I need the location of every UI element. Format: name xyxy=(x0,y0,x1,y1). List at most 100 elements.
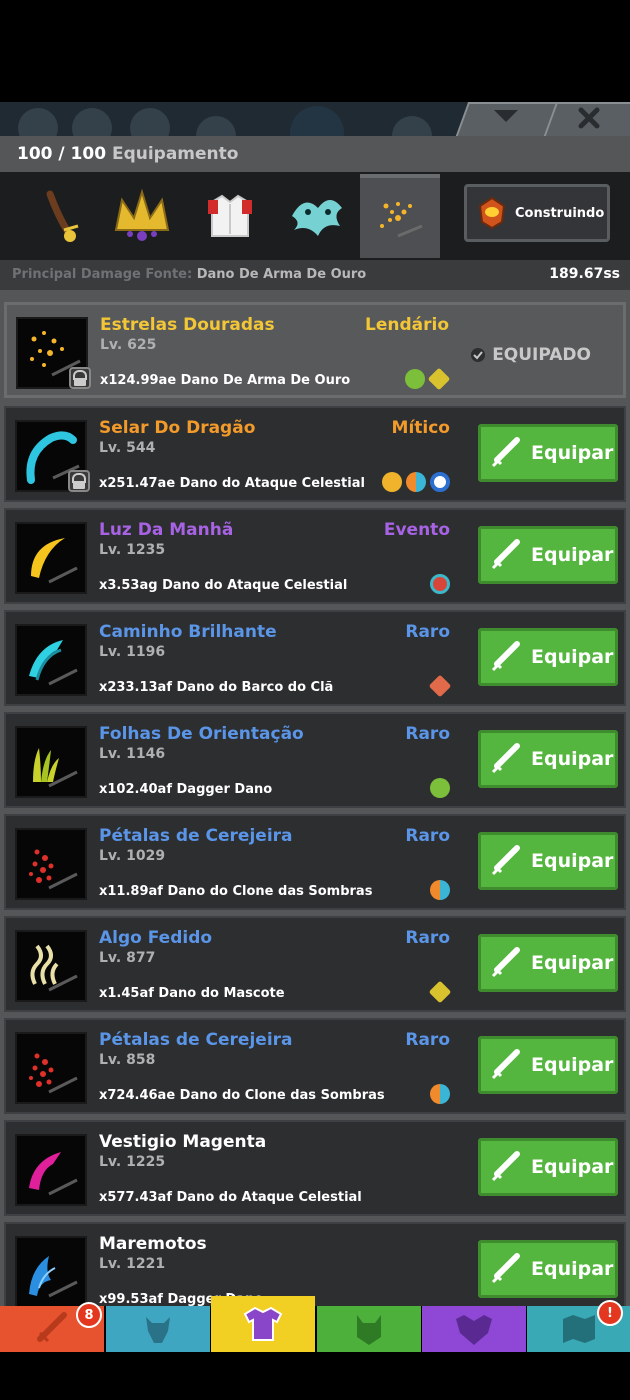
list-item[interactable]: Estrelas Douradas Lv. 625 x124.99ae Dano… xyxy=(4,302,626,398)
category-helmet[interactable] xyxy=(102,174,182,258)
damage-source-text: Principal Damage Fonte: Dano De Arma De … xyxy=(12,267,366,282)
alert-badge: ! xyxy=(597,1300,623,1326)
list-item[interactable]: Pétalas de Cerejeira Lv. 858 x724.46ae D… xyxy=(4,1018,626,1114)
list-item[interactable]: Algo Fedido Lv. 877 x1.45af Dano do Masc… xyxy=(4,916,626,1012)
category-sword[interactable] xyxy=(22,174,102,258)
petals-icon xyxy=(29,1053,78,1094)
hero-tab[interactable] xyxy=(106,1306,210,1352)
sword-icon xyxy=(491,1253,520,1284)
list-item[interactable]: Selar Do Dragão Lv. 544 x251.47ae Dano d… xyxy=(4,406,626,502)
equipment-count: 100 / 100 Equipamento xyxy=(17,144,238,164)
item-rarity: Raro xyxy=(405,622,450,642)
effect-icons xyxy=(428,674,452,698)
equip-button[interactable]: Equipar xyxy=(478,628,618,686)
item-rarity: Mítico xyxy=(391,418,450,438)
pet-tab[interactable] xyxy=(317,1306,421,1352)
item-level: Lv. 1146 xyxy=(99,746,166,762)
shirt-icon xyxy=(243,1306,283,1341)
item-level: Lv. 1225 xyxy=(99,1154,166,1170)
sword-icon xyxy=(37,1312,67,1343)
list-item[interactable]: Luz Da Manhã Lv. 1235 x3.53ag Dano do At… xyxy=(4,508,626,604)
equipment-list[interactable]: Estrelas Douradas Lv. 625 x124.99ae Dano… xyxy=(0,290,630,1306)
equip-button[interactable]: Equipar xyxy=(478,730,618,788)
category-armor[interactable] xyxy=(190,174,270,258)
sword-icon xyxy=(491,947,520,978)
item-name: Folhas De Orientação xyxy=(99,724,304,744)
stink-icon xyxy=(30,944,78,992)
item-rarity: Raro xyxy=(405,826,450,846)
item-name: Selar Do Dragão xyxy=(99,418,256,438)
equip-button-label: Equipar xyxy=(531,442,614,464)
equip-button[interactable]: Equipar xyxy=(478,1138,618,1196)
item-thumbnail xyxy=(15,930,87,1002)
list-item[interactable]: Caminho Brilhante Lv. 1196 x233.13af Dan… xyxy=(4,610,626,706)
armor-icon xyxy=(208,194,252,237)
map-tab[interactable]: ! xyxy=(527,1300,630,1352)
hero-icon xyxy=(72,108,112,136)
equip-button-label: Equipar xyxy=(531,850,614,872)
list-item[interactable]: Folhas De Orientação Lv. 1146 x102.40af … xyxy=(4,712,626,808)
equip-button-label: Equipar xyxy=(531,952,614,974)
equip-button[interactable]: Equipar xyxy=(478,934,618,992)
item-name: Pétalas de Cerejeira xyxy=(99,826,293,846)
item-thumbnail xyxy=(15,828,87,900)
golden-stars-icon xyxy=(380,202,423,238)
equip-button-label: Equipar xyxy=(531,1258,614,1280)
item-rarity: Lendário xyxy=(365,315,449,335)
settings-icon xyxy=(18,108,58,136)
item-level: Lv. 1221 xyxy=(99,1256,166,1272)
category-aura[interactable] xyxy=(276,174,356,258)
red-face-icon xyxy=(430,574,450,594)
list-item[interactable]: Pétalas de Cerejeira Lv. 1029 x11.89af D… xyxy=(4,814,626,910)
chevron-down-icon[interactable] xyxy=(492,106,520,132)
item-rarity: Raro xyxy=(405,724,450,744)
clan-tab[interactable] xyxy=(422,1306,526,1352)
item-thumbnail xyxy=(15,1032,87,1104)
top-bar xyxy=(0,102,630,136)
sword-icon xyxy=(491,845,520,876)
list-item[interactable]: Maremotos Lv. 1221 x99.53af Dagger Dano … xyxy=(4,1222,626,1306)
green-skull-icon xyxy=(430,778,450,798)
item-level: Lv. 858 xyxy=(99,1052,156,1068)
item-description: x3.53ag Dano do Ataque Celestial xyxy=(99,578,348,593)
build-button[interactable]: Construindo xyxy=(464,184,610,242)
item-level: Lv. 877 xyxy=(99,950,156,966)
item-thumbnail xyxy=(15,726,87,798)
effect-icons xyxy=(430,778,450,798)
wave-icon xyxy=(29,1256,78,1298)
clock-icon xyxy=(290,106,344,136)
category-slash[interactable] xyxy=(360,174,440,258)
equip-button[interactable]: Equipar xyxy=(478,526,618,584)
equipment-tab[interactable] xyxy=(211,1296,315,1352)
effect-icons xyxy=(382,472,450,492)
equipped-label: EQUIPADO xyxy=(492,345,591,365)
pet-icon xyxy=(357,1315,381,1345)
item-description: x577.43af Dano do Ataque Celestial xyxy=(99,1190,362,1205)
equip-button[interactable]: Equipar xyxy=(478,832,618,890)
close-icon[interactable] xyxy=(577,106,601,136)
leaves-icon xyxy=(33,748,78,788)
equip-button[interactable]: Equipar xyxy=(478,1036,618,1094)
equip-button-label: Equipar xyxy=(531,1054,614,1076)
check-icon xyxy=(471,348,486,362)
mask-icon xyxy=(478,196,506,230)
equip-button[interactable]: Equipar xyxy=(478,424,618,482)
list-item[interactable]: Vestigio Magenta Lv. 1225 x577.43af Dano… xyxy=(4,1120,626,1216)
item-name: Luz Da Manhã xyxy=(99,520,234,540)
equip-button[interactable]: Equipar xyxy=(478,1240,618,1298)
damage-source-bar: Principal Damage Fonte: Dano De Arma De … xyxy=(0,260,630,290)
sword-tab[interactable]: 8 xyxy=(0,1302,104,1352)
lock-icon[interactable] xyxy=(68,470,90,492)
hero-icon xyxy=(146,1317,170,1343)
bottom-navigation: 8 ! xyxy=(0,1296,630,1352)
item-description: x11.89af Dano do Clone das Sombras xyxy=(99,884,373,899)
lock-icon[interactable] xyxy=(69,367,91,389)
crescent-slash-icon xyxy=(31,538,78,584)
item-name: Caminho Brilhante xyxy=(99,622,277,642)
item-name: Estrelas Douradas xyxy=(100,315,275,335)
golden-sword-icon xyxy=(427,367,451,391)
build-button-label: Construindo xyxy=(515,205,605,221)
sword-icon xyxy=(491,437,520,468)
cyan-slash-icon xyxy=(29,640,78,686)
orb-icon-2 xyxy=(392,116,432,136)
